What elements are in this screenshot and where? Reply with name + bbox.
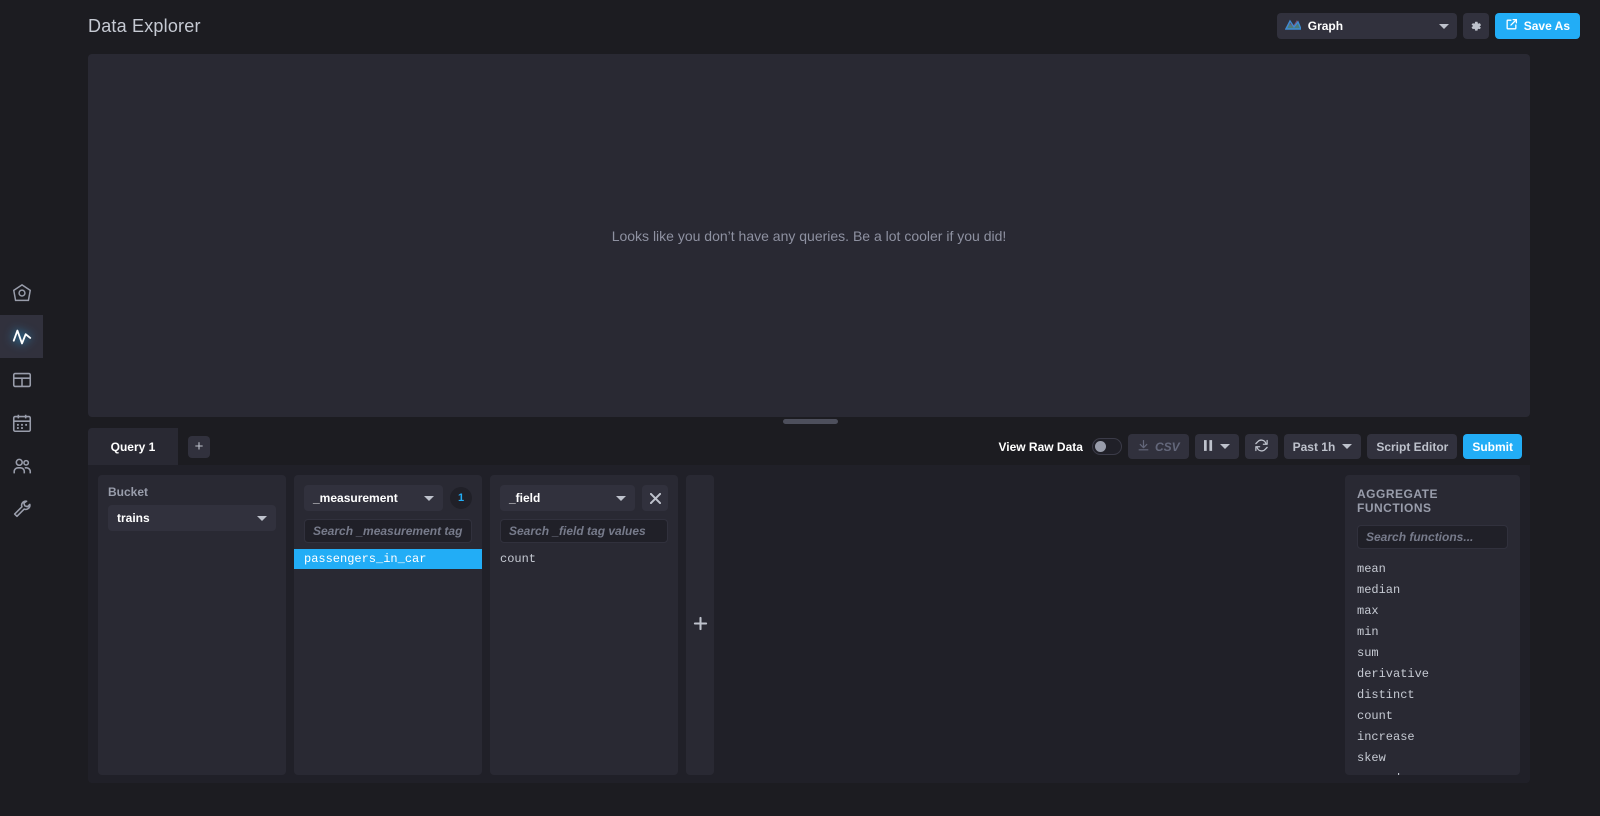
auto-refresh-pause-button[interactable] — [1194, 434, 1239, 459]
aggregate-function-item[interactable]: spread — [1345, 769, 1520, 775]
aggregate-function-item[interactable]: skew — [1345, 748, 1520, 769]
tag-value-item[interactable]: passengers_in_car — [294, 549, 482, 569]
aggregate-functions-title: AGGREGATE FUNCTIONS — [1357, 487, 1438, 515]
aggregate-function-item[interactable]: mean — [1345, 559, 1520, 580]
search-input-field[interactable] — [500, 519, 668, 543]
refresh-icon — [1254, 438, 1269, 456]
nav-item-data[interactable] — [0, 272, 43, 315]
page-title: Data Explorer — [88, 15, 201, 36]
toggle-knob — [1094, 441, 1106, 452]
nav-item-dashboards[interactable] — [0, 358, 43, 401]
bucket-selected-value: trains — [117, 511, 150, 525]
tag-key-dropdown-field[interactable]: _field — [500, 485, 635, 511]
tag-key-row: _measurement 1 — [294, 485, 482, 511]
header-actions: Graph Save As — [1276, 13, 1580, 39]
tag-selector-field: _field count — [490, 475, 678, 775]
tag-value-list-field[interactable]: count — [490, 549, 678, 775]
download-icon — [1137, 439, 1150, 455]
visualization-panel: Looks like you don’t have any queries. B… — [88, 54, 1530, 417]
chevron-down-icon — [616, 495, 626, 501]
left-navigation — [0, 0, 43, 816]
chevron-down-icon — [424, 495, 434, 501]
aggregate-function-item[interactable]: max — [1345, 601, 1520, 622]
tag-value-item[interactable]: count — [490, 549, 678, 569]
bucket-label: Bucket — [108, 485, 149, 499]
tag-key-label: _measurement — [313, 491, 398, 505]
aggregate-functions-panel: AGGREGATE FUNCTIONS mean median max min … — [1345, 475, 1520, 775]
search-functions-input[interactable] — [1357, 525, 1508, 549]
aggregate-function-item[interactable]: min — [1345, 622, 1520, 643]
download-csv-button[interactable]: CSV — [1127, 434, 1189, 459]
save-as-button[interactable]: Save As — [1494, 13, 1580, 39]
visualization-type-dropdown[interactable]: Graph — [1276, 13, 1457, 39]
query-toolbar: View Raw Data CSV Past 1h Script Editor … — [998, 434, 1522, 459]
chevron-down-icon — [1219, 444, 1230, 449]
bucket-dropdown[interactable]: trains — [108, 505, 276, 531]
aggregate-function-item[interactable]: derivative — [1345, 664, 1520, 685]
script-editor-button[interactable]: Script Editor — [1367, 434, 1458, 459]
tag-value-list-measurement[interactable]: passengers_in_car — [294, 549, 482, 775]
submit-button[interactable]: Submit — [1463, 434, 1522, 459]
area-chart-icon — [1284, 17, 1302, 35]
refresh-button[interactable] — [1244, 434, 1278, 459]
nav-item-settings[interactable] — [0, 487, 43, 530]
tag-selector-measurement: _measurement 1 passengers_in_car — [294, 475, 482, 775]
aggregate-function-item[interactable]: distinct — [1345, 685, 1520, 706]
view-raw-data-label: View Raw Data — [998, 439, 1083, 454]
chevron-down-icon — [1342, 444, 1353, 449]
resize-handle[interactable] — [783, 419, 838, 424]
aggregate-function-item[interactable]: sum — [1345, 643, 1520, 664]
page-header: Data Explorer Graph Save As — [43, 0, 1600, 52]
aggregate-function-item[interactable]: increase — [1345, 727, 1520, 748]
pause-icon — [1203, 439, 1213, 454]
csv-label: CSV — [1154, 439, 1180, 454]
query-builder: Query 1 + View Raw Data CSV Past 1h Scri… — [88, 428, 1530, 783]
bucket-selector-card: Bucket trains — [98, 475, 286, 775]
chevron-down-icon — [257, 515, 267, 521]
nav-item-tasks[interactable] — [0, 401, 43, 444]
search-input-measurement[interactable] — [304, 519, 472, 543]
tag-key-label: _field — [509, 491, 541, 505]
chevron-down-icon — [1438, 23, 1449, 29]
close-icon[interactable] — [642, 485, 668, 511]
panel-resizer — [43, 417, 1600, 427]
nav-item-organizations[interactable] — [0, 444, 43, 487]
query-tab-1[interactable]: Query 1 — [88, 428, 178, 465]
tag-key-row: _field — [490, 485, 678, 511]
query-tab-bar: Query 1 + View Raw Data CSV Past 1h Scri… — [88, 428, 1530, 465]
tag-key-dropdown-measurement[interactable]: _measurement — [304, 485, 443, 511]
visualization-type-label: Graph — [1307, 19, 1344, 33]
query-builder-body: Bucket trains _measurement 1 passeng — [88, 465, 1530, 783]
export-icon — [1505, 18, 1518, 34]
gear-icon[interactable] — [1462, 13, 1489, 39]
add-tag-selector-button[interactable] — [686, 475, 714, 775]
time-range-dropdown[interactable]: Past 1h — [1283, 434, 1362, 459]
time-range-label: Past 1h — [1292, 439, 1336, 454]
save-as-label: Save As — [1523, 19, 1570, 33]
view-raw-data-toggle[interactable] — [1091, 438, 1122, 455]
nav-item-explore[interactable] — [0, 315, 43, 358]
add-query-button[interactable]: + — [188, 435, 210, 458]
plus-icon — [693, 615, 708, 636]
aggregate-function-item[interactable]: median — [1345, 580, 1520, 601]
aggregate-function-item[interactable]: count — [1345, 706, 1520, 727]
aggregate-functions-list: mean median max min sum derivative disti… — [1345, 559, 1520, 775]
empty-graph-message: Looks like you don’t have any queries. B… — [611, 227, 1007, 244]
data-explorer-app: Data Explorer Graph Save As Looks like y… — [0, 0, 1600, 816]
selected-count-badge: 1 — [450, 487, 472, 509]
